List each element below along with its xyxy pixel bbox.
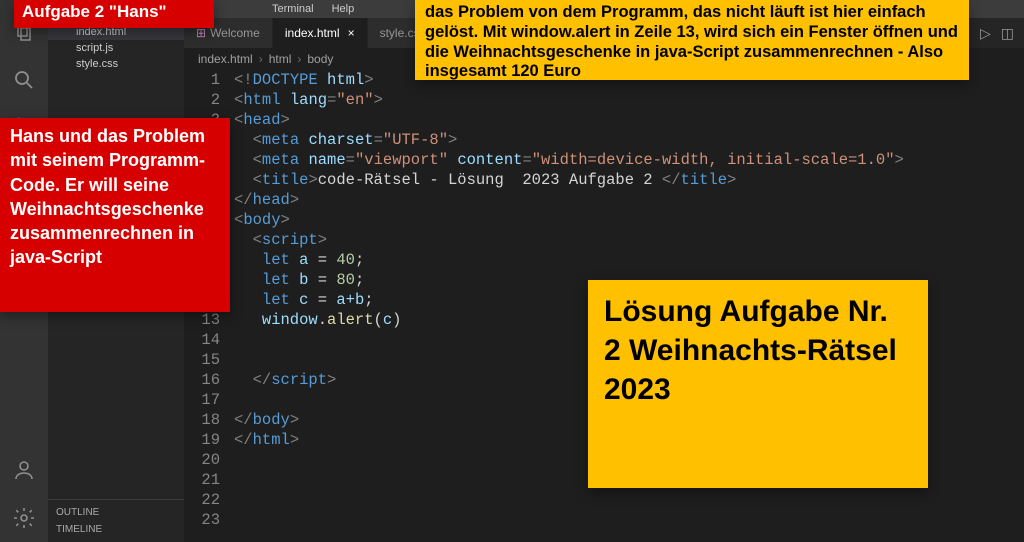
file-tree-item[interactable]: style.css <box>48 56 184 72</box>
search-icon[interactable] <box>12 68 36 92</box>
file-tree-item[interactable]: script.js <box>48 40 184 56</box>
overlay-problem-red: Hans und das Problem mit seinem Programm… <box>0 118 230 312</box>
breadcrumb-item[interactable]: html <box>269 52 292 66</box>
breadcrumb-item[interactable]: body <box>307 52 333 66</box>
overlay-explanation-yellow: das Problem von dem Programm, das nicht … <box>415 0 969 80</box>
overlay-solution-yellow: Lösung Aufgabe Nr. 2 Weihnachts-Rätsel 2… <box>588 280 928 488</box>
menu-terminal[interactable]: Terminal <box>272 3 314 15</box>
split-editor-icon[interactable]: ◫ <box>1001 25 1014 42</box>
overlay-title-red: Aufgabe 2 "Hans" <box>14 0 214 28</box>
chevron-right-icon: › <box>259 52 263 66</box>
timeline-section[interactable]: TIMELINE <box>56 521 176 538</box>
menu-help[interactable]: Help <box>332 3 355 15</box>
close-icon[interactable]: × <box>348 26 355 40</box>
editor-tab[interactable]: index.html× <box>273 18 368 48</box>
breadcrumb-item[interactable]: index.html <box>198 52 253 66</box>
outline-section[interactable]: OUTLINE <box>56 504 176 521</box>
chevron-right-icon: › <box>297 52 301 66</box>
account-icon[interactable] <box>12 458 36 482</box>
run-icon[interactable]: ▷ <box>980 25 991 42</box>
gear-icon[interactable] <box>12 506 36 530</box>
